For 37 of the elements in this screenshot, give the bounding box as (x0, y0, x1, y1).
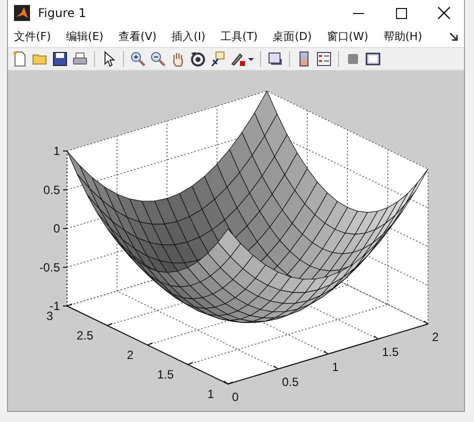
menu-item[interactable]: 查看(V) (118, 29, 157, 44)
y-tick-label: 2 (126, 348, 134, 362)
menu-item[interactable]: 插入(I) (172, 29, 206, 44)
z-tick-label: 0 (53, 222, 60, 236)
x-tick-label: 1.5 (382, 345, 399, 359)
y-tick-label: 2.5 (76, 328, 94, 342)
dock-arrow-icon[interactable] (450, 32, 458, 40)
rotate-icon[interactable] (190, 51, 206, 67)
x-tick-label: 1 (332, 360, 339, 374)
hand-icon[interactable] (170, 51, 186, 67)
z-tick-label: 1 (53, 144, 60, 158)
y-tick-label: 1.5 (157, 368, 174, 382)
window-title: Figure 1 (38, 6, 86, 20)
save-icon[interactable] (52, 51, 68, 67)
zoom-out-icon[interactable] (150, 51, 166, 67)
menu-item[interactable]: 文件(F) (14, 29, 51, 44)
menu-item[interactable]: 编辑(E) (66, 29, 104, 44)
menu-item[interactable]: 桌面(D) (272, 29, 312, 44)
x-tick-label: 0 (232, 390, 239, 404)
brush-icon[interactable] (230, 51, 246, 67)
z-tick-label: 0.5 (43, 182, 60, 197)
y-tick-label: 1 (207, 387, 214, 401)
print-icon[interactable] (72, 51, 88, 67)
menu-item[interactable]: 工具(T) (220, 29, 258, 44)
z-tick-label: -0.5 (39, 260, 60, 274)
legend-icon[interactable] (316, 51, 332, 67)
menu-item[interactable]: 帮助(H) (383, 29, 422, 44)
caret-icon[interactable] (248, 56, 254, 62)
menu-item[interactable]: 窗口(W) (326, 29, 368, 44)
app-icon (14, 5, 30, 21)
data-cursor-icon[interactable] (210, 51, 226, 67)
x-tick-label: 0.5 (282, 375, 299, 389)
maximize-icon (396, 8, 406, 18)
x-tick-label: 2 (432, 330, 439, 344)
new-file-icon[interactable] (12, 51, 28, 67)
close-icon (438, 7, 450, 19)
zoom-in-icon[interactable] (130, 51, 146, 67)
